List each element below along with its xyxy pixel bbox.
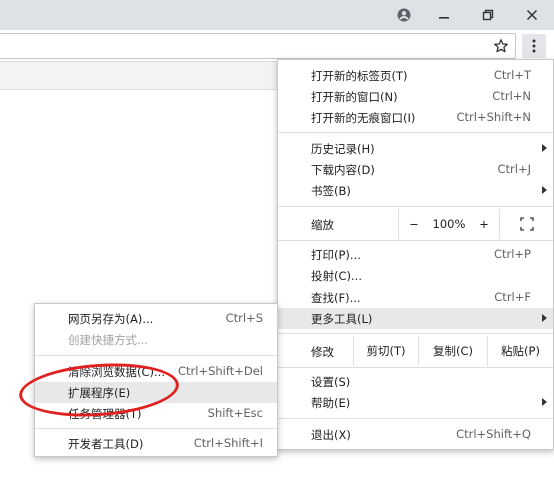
menu-item-print[interactable]: 打印(P)... Ctrl+P bbox=[278, 244, 553, 265]
menu-item-label: 查找(F)... bbox=[311, 291, 361, 305]
submenu-item-label: 网页另存为(A)... bbox=[68, 312, 154, 326]
menu-item-help[interactable]: 帮助(E) bbox=[278, 392, 553, 413]
kebab-menu-icon[interactable] bbox=[522, 34, 546, 58]
menu-item-label: 投射(C)... bbox=[311, 269, 362, 283]
menu-item-shortcut: Ctrl+T bbox=[493, 68, 531, 82]
submenu-item-label: 任务管理器(T) bbox=[68, 407, 142, 421]
menu-item-new-window[interactable]: 打开新的窗口(N) Ctrl+N bbox=[278, 86, 553, 107]
submenu-separator bbox=[35, 428, 277, 429]
menu-item-downloads[interactable]: 下载内容(D) Ctrl+J bbox=[278, 159, 553, 180]
submenu-separator bbox=[35, 355, 277, 356]
zoom-value: 100% bbox=[432, 217, 466, 231]
menu-item-shortcut: Ctrl+P bbox=[493, 247, 531, 261]
submenu-item-label: 开发者工具(D) bbox=[68, 437, 144, 451]
menu-item-shortcut: Ctrl+J bbox=[497, 162, 532, 176]
edit-row: 修改 剪切(T) 复制(C) 粘贴(P) bbox=[278, 336, 553, 366]
copy-button[interactable]: 复制(C) bbox=[419, 336, 487, 366]
menu-item-shortcut: Ctrl+N bbox=[492, 89, 531, 103]
more-tools-submenu: 网页另存为(A)... Ctrl+S 创建快捷方式... 清除浏览数据(C)..… bbox=[34, 303, 278, 457]
cut-button[interactable]: 剪切(T) bbox=[354, 336, 418, 366]
chrome-main-menu: 打开新的标签页(T) Ctrl+T 打开新的窗口(N) Ctrl+N 打开新的无… bbox=[277, 59, 554, 450]
menu-item-label: 退出(X) bbox=[311, 428, 351, 442]
submenu-item-shortcut: Ctrl+Shift+I bbox=[193, 436, 263, 450]
address-bar[interactable] bbox=[0, 33, 516, 59]
menu-item-shortcut: Ctrl+Shift+N bbox=[456, 110, 531, 124]
menu-item-label: 下载内容(D) bbox=[311, 163, 375, 177]
submenu-item-shortcut: Ctrl+S bbox=[225, 311, 263, 325]
menu-item-cast[interactable]: 投射(C)... bbox=[278, 265, 553, 286]
star-icon[interactable] bbox=[493, 38, 509, 54]
submenu-item-extensions[interactable]: 扩展程序(E) bbox=[35, 382, 277, 403]
menu-item-settings[interactable]: 设置(S) bbox=[278, 371, 553, 392]
submenu-item-clear-data[interactable]: 清除浏览数据(C)... Ctrl+Shift+Del bbox=[35, 361, 277, 382]
menu-item-label: 打印(P)... bbox=[311, 248, 361, 262]
submenu-item-shortcut: Ctrl+Shift+Del bbox=[178, 364, 263, 378]
close-icon[interactable] bbox=[512, 0, 552, 30]
menu-item-label: 书签(B) bbox=[311, 184, 351, 198]
submenu-item-label: 清除浏览数据(C)... bbox=[68, 365, 165, 379]
menu-item-exit[interactable]: 退出(X) Ctrl+Shift+Q bbox=[278, 424, 553, 445]
submenu-item-save-page[interactable]: 网页另存为(A)... Ctrl+S bbox=[35, 308, 277, 329]
submenu-arrow-icon bbox=[542, 144, 547, 152]
menu-separator bbox=[278, 367, 553, 368]
menu-item-shortcut: Ctrl+F bbox=[494, 290, 531, 304]
menu-item-more-tools[interactable]: 更多工具(L) bbox=[278, 308, 553, 329]
zoom-label: 缩放 bbox=[311, 218, 334, 232]
minimize-icon[interactable] bbox=[424, 0, 464, 30]
zoom-in-button[interactable]: + bbox=[469, 209, 499, 239]
submenu-item-shortcut: Shift+Esc bbox=[207, 406, 263, 420]
menu-item-label: 打开新的无痕窗口(I) bbox=[311, 111, 416, 125]
restore-icon[interactable] bbox=[468, 0, 508, 30]
submenu-item-dev-tools[interactable]: 开发者工具(D) Ctrl+Shift+I bbox=[35, 433, 277, 454]
fullscreen-icon[interactable] bbox=[500, 209, 553, 239]
account-circle-icon[interactable] bbox=[384, 0, 424, 30]
submenu-item-label: 创建快捷方式... bbox=[68, 333, 148, 347]
menu-item-history[interactable]: 历史记录(H) bbox=[278, 138, 553, 159]
submenu-item-create-shortcut: 创建快捷方式... bbox=[35, 329, 277, 350]
zoom-out-button[interactable]: − bbox=[399, 209, 429, 239]
menu-item-label: 更多工具(L) bbox=[311, 312, 373, 326]
toolbar bbox=[0, 30, 554, 62]
menu-item-label: 打开新的窗口(N) bbox=[311, 90, 398, 104]
submenu-item-task-manager[interactable]: 任务管理器(T) Shift+Esc bbox=[35, 403, 277, 424]
menu-separator bbox=[278, 206, 553, 207]
zoom-row: 缩放 − 100% + bbox=[278, 209, 553, 239]
menu-item-label: 打开新的标签页(T) bbox=[311, 69, 408, 83]
title-bar bbox=[0, 0, 554, 30]
paste-button[interactable]: 粘贴(P) bbox=[488, 336, 553, 366]
submenu-arrow-icon bbox=[542, 398, 547, 406]
menu-item-label: 设置(S) bbox=[311, 375, 351, 389]
menu-item-bookmarks[interactable]: 书签(B) bbox=[278, 180, 553, 201]
menu-separator bbox=[278, 240, 553, 241]
menu-separator bbox=[278, 418, 553, 419]
menu-separator bbox=[278, 132, 553, 133]
submenu-item-label: 扩展程序(E) bbox=[68, 386, 131, 400]
submenu-arrow-icon bbox=[542, 314, 547, 322]
menu-item-new-incognito[interactable]: 打开新的无痕窗口(I) Ctrl+Shift+N bbox=[278, 107, 553, 128]
menu-item-find[interactable]: 查找(F)... Ctrl+F bbox=[278, 287, 553, 308]
menu-item-label: 历史记录(H) bbox=[311, 142, 375, 156]
menu-item-shortcut: Ctrl+Shift+Q bbox=[456, 427, 531, 441]
menu-item-label: 帮助(E) bbox=[311, 396, 351, 410]
edit-label: 修改 bbox=[311, 345, 334, 359]
menu-item-new-tab[interactable]: 打开新的标签页(T) Ctrl+T bbox=[278, 65, 553, 86]
submenu-arrow-icon bbox=[542, 186, 547, 194]
menu-separator bbox=[278, 333, 553, 334]
